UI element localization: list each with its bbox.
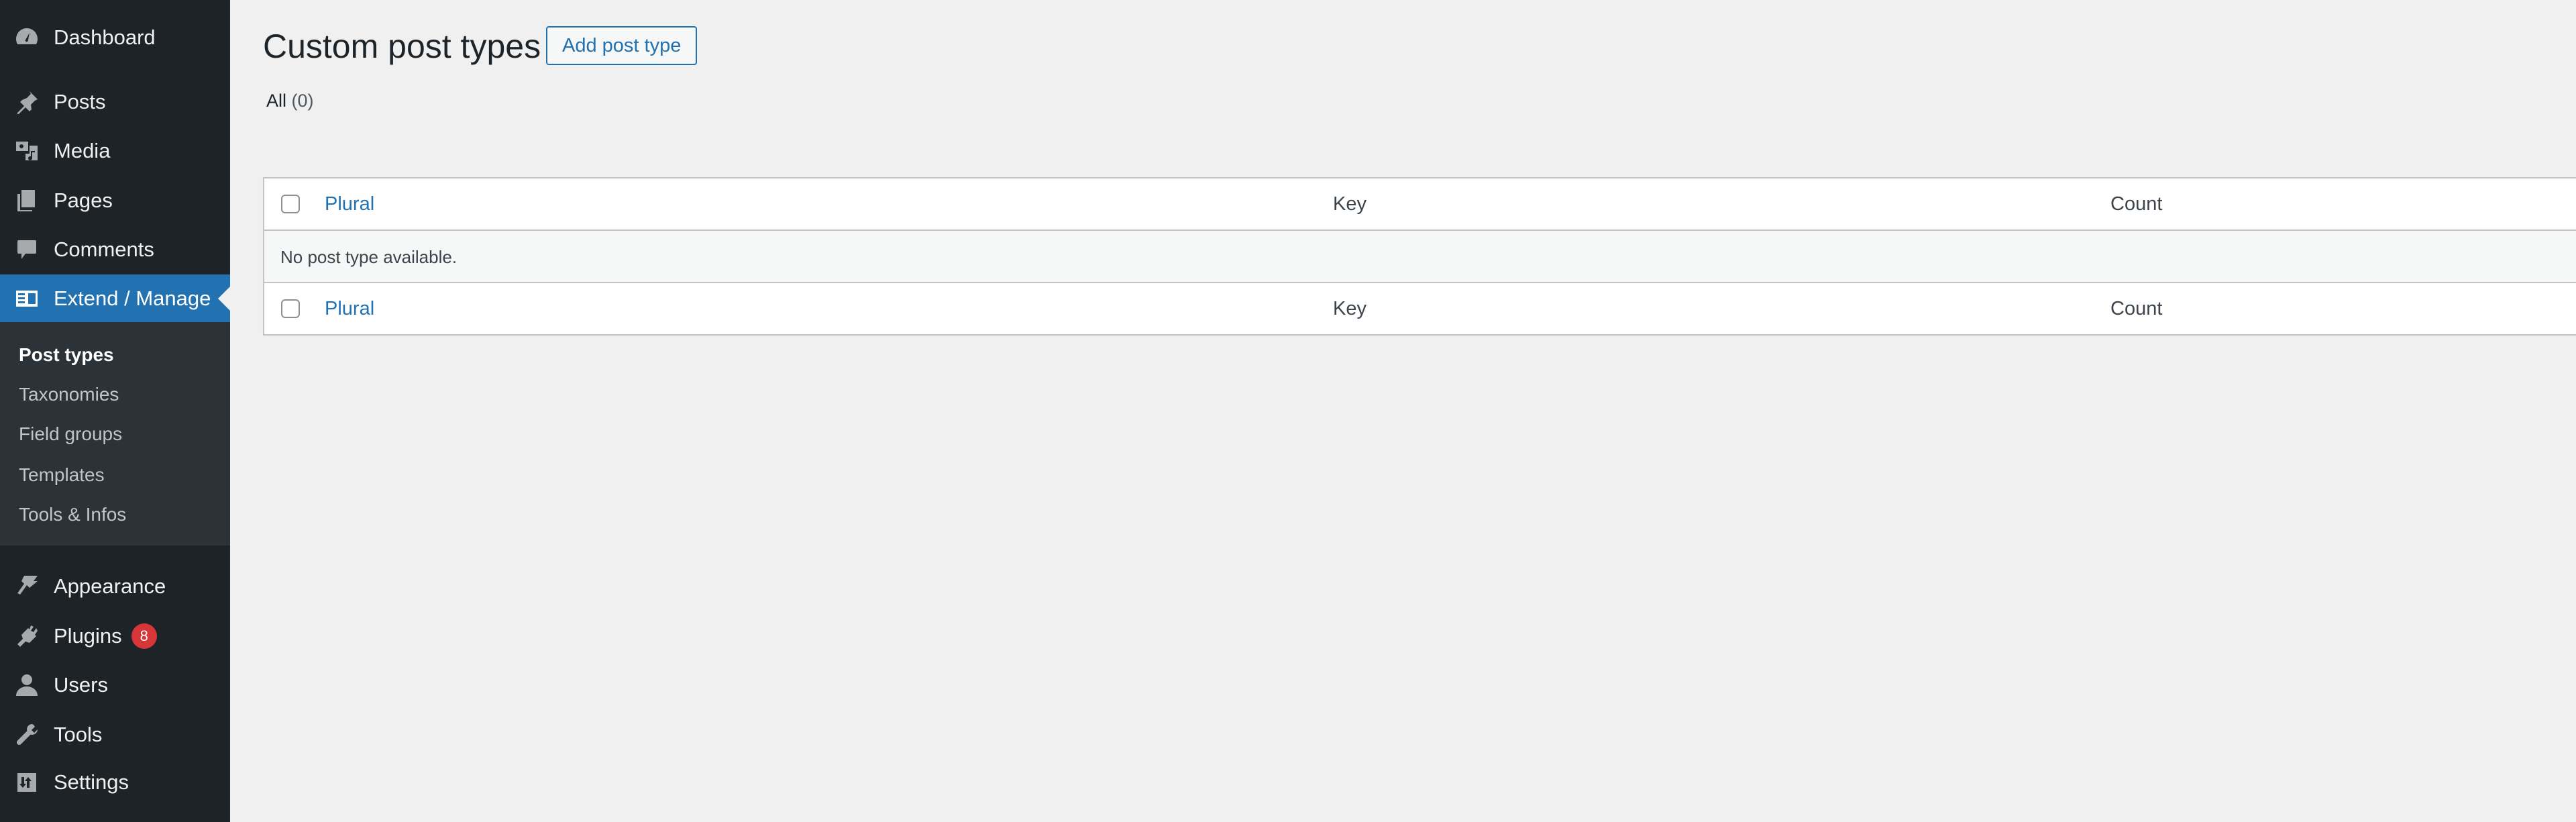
menu-item-posts[interactable]: Posts	[0, 78, 230, 126]
menu-label: Extend / Manage	[54, 287, 211, 310]
submenu-item-templates[interactable]: Templates	[19, 464, 105, 486]
column-header-plural[interactable]: Plural	[325, 193, 374, 215]
settings-icon	[12, 768, 42, 797]
submenu-item-post-types[interactable]: Post types	[19, 344, 114, 366]
menu-label: Media	[54, 139, 111, 162]
menu-item-comments[interactable]: Comments	[0, 225, 230, 274]
menu-label: Appearance	[54, 574, 166, 598]
select-all-checkbox[interactable]	[281, 195, 300, 213]
filter-label: All	[266, 91, 287, 111]
submenu: Post types Taxonomies Field groups Templ…	[0, 322, 230, 546]
submenu-item-field-groups[interactable]: Field groups	[19, 423, 122, 445]
menu-item-tools[interactable]: Tools	[0, 711, 230, 759]
empty-row: No post type available.	[264, 231, 2576, 283]
add-post-type-button[interactable]: Add post type	[546, 26, 698, 65]
column-footer-key: Key	[1333, 298, 1366, 319]
active-indicator	[218, 287, 230, 311]
table-header-row: Plural Key Count	[264, 178, 2576, 231]
post-types-table: Plural Key Count No post type available.…	[263, 177, 2576, 336]
menu-label: Posts	[54, 90, 106, 113]
menu-label: Pages	[54, 189, 113, 212]
wrench-icon	[12, 720, 42, 750]
menu-label: Dashboard	[54, 25, 156, 49]
menu-label: Comments	[54, 238, 154, 261]
paintbrush-icon	[12, 572, 42, 601]
submenu-item-tools-infos[interactable]: Tools & Infos	[19, 504, 126, 525]
select-all-checkbox-footer[interactable]	[281, 299, 300, 318]
menu-item-extend-manage[interactable]: Extend / Manage	[0, 274, 230, 323]
menu-item-pages[interactable]: Pages	[0, 176, 230, 225]
empty-message: No post type available.	[280, 247, 458, 267]
extend-icon	[12, 284, 42, 313]
column-footer-plural[interactable]: Plural	[325, 298, 374, 320]
media-icon	[12, 136, 42, 166]
menu-label: Plugins	[54, 624, 122, 648]
column-header-count: Count	[2110, 193, 2163, 215]
submenu-item-taxonomies[interactable]: Taxonomies	[19, 384, 119, 405]
admin-sidebar: Dashboard Posts Media Pages Comments Ext…	[0, 0, 230, 822]
update-count-badge: 8	[131, 623, 157, 649]
menu-label: Users	[54, 673, 108, 697]
pages-icon	[12, 186, 42, 215]
filter-count: (0)	[291, 91, 314, 111]
menu-item-media[interactable]: Media	[0, 127, 230, 175]
column-footer-count: Count	[2110, 298, 2163, 319]
menu-item-settings[interactable]: Settings	[0, 758, 230, 807]
filter-all[interactable]: All (0)	[266, 91, 314, 111]
page-title: Custom post types	[263, 28, 541, 65]
menu-item-users[interactable]: Users	[0, 661, 230, 709]
comment-icon	[12, 235, 42, 264]
menu-label: Tools	[54, 723, 103, 746]
main-content: Custom post types Add post type All (0) …	[230, 0, 2576, 822]
menu-item-appearance[interactable]: Appearance	[0, 562, 230, 611]
column-header-key: Key	[1333, 193, 1366, 215]
user-icon	[12, 670, 42, 700]
menu-item-plugins[interactable]: Plugins 8	[0, 612, 230, 660]
pushpin-icon	[12, 87, 42, 117]
menu-item-dashboard[interactable]: Dashboard	[0, 13, 230, 62]
dashboard-icon	[12, 23, 42, 52]
menu-label: Settings	[54, 770, 129, 794]
table-footer-row: Plural Key Count	[264, 283, 2576, 334]
plugin-icon	[12, 621, 42, 651]
